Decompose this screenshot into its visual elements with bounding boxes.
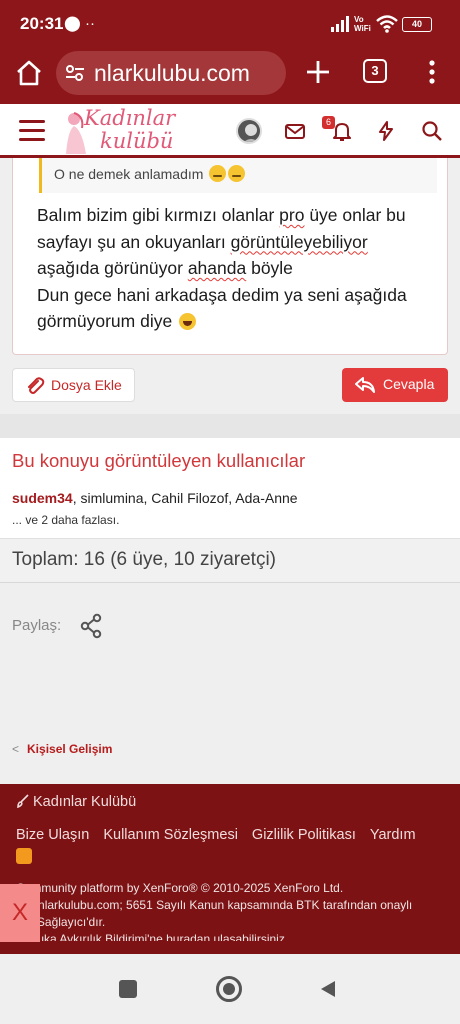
- system-navigation-bar: [0, 954, 460, 1024]
- viewers-total: Toplam: 16 (6 üye, 10 ziyaretçi): [0, 538, 460, 583]
- vowifi-indicator: Vo WiFi: [354, 15, 371, 33]
- tab-switcher-button[interactable]: 3: [363, 59, 387, 83]
- breadcrumb-label[interactable]: Kişisel Gelişim: [27, 742, 112, 756]
- quote-text: O ne demek anlamadım: [54, 165, 246, 182]
- quote-block: O ne demek anlamadım: [39, 158, 437, 193]
- close-ad-button[interactable]: X: [0, 884, 40, 942]
- inbox-icon[interactable]: [283, 119, 307, 143]
- search-icon[interactable]: [420, 119, 444, 143]
- logo-text-line1: Kadınlar: [84, 106, 176, 130]
- site-header: Kadınlar kulübü 6: [0, 102, 460, 158]
- battery-icon: 40: [402, 17, 432, 32]
- url-text: nlarkulubu.com: [94, 60, 250, 86]
- reply-icon: [355, 377, 375, 393]
- chevron-left-icon: <: [12, 742, 20, 756]
- viewers-more: ... ve 2 daha fazlası.: [12, 513, 120, 527]
- logo-text-line2: kulübü: [100, 129, 174, 153]
- clock: 20:31: [20, 14, 64, 33]
- pensive-emoji-icon: [228, 165, 246, 182]
- thread-viewers-block: Bu konuyu görüntüleyen kullanıcılar sude…: [0, 438, 460, 538]
- attach-files-label: Dosya Ekle: [51, 377, 122, 393]
- share-label: Paylaş:: [12, 617, 62, 634]
- pensive-emoji-icon: [209, 165, 227, 182]
- post-message: O ne demek anlamadım Balım bizim gibi kı…: [12, 158, 448, 355]
- paperclip-icon: [28, 377, 45, 394]
- footer-link-contact[interactable]: Bize Ulaşın: [16, 827, 89, 843]
- home-circle-icon[interactable]: [216, 976, 242, 1002]
- site-logo[interactable]: Kadınlar kulübü: [62, 106, 182, 156]
- wifi-icon: [376, 15, 398, 33]
- viewers-total-text: Toplam: 16 (6 üye, 10 ziyaretçi): [12, 549, 277, 570]
- post-body: Balım bizim gibi kırmızı olanlar pro üye…: [37, 205, 407, 331]
- home-icon[interactable]: [14, 58, 44, 88]
- reply-button[interactable]: Cevapla: [342, 368, 448, 402]
- share-icon[interactable]: [80, 613, 102, 639]
- laughing-emoji-icon: [179, 313, 197, 330]
- viewers-title: Bu konuyu görüntüleyen kullanıcılar: [12, 450, 306, 471]
- browser-toolbar: nlarkulubu.com 3: [0, 48, 460, 102]
- reply-label: Cevapla: [383, 376, 435, 392]
- breadcrumb[interactable]: < Kişisel Gelişim: [12, 742, 112, 756]
- hamburger-menu-icon[interactable]: [19, 120, 45, 142]
- back-icon[interactable]: [318, 979, 338, 999]
- viewers-list: sudem34, simlumina, Cahil Filozof, Ada-A…: [12, 490, 298, 506]
- alerts-badge: 6: [322, 116, 335, 129]
- footer-brand[interactable]: Kadınlar Kulübü: [16, 794, 136, 810]
- viewer-link[interactable]: sudem34: [12, 490, 73, 506]
- footer-link-privacy[interactable]: Gizlilik Politikası: [252, 827, 356, 843]
- signal-icon: [331, 16, 349, 32]
- section-divider: [0, 414, 460, 438]
- footer-link-help[interactable]: Yardım: [370, 827, 416, 843]
- user-avatar[interactable]: [236, 118, 262, 144]
- status-bar: 20:31 ⬤ ·· Vo WiFi 40: [0, 0, 460, 48]
- footer-link-terms[interactable]: Kullanım Sözleşmesi: [103, 827, 238, 843]
- new-tab-icon[interactable]: [304, 58, 332, 86]
- rss-icon[interactable]: [16, 848, 32, 864]
- recents-icon[interactable]: [119, 980, 137, 998]
- brush-icon: [17, 794, 29, 809]
- notification-icons: ⬤ ··: [64, 15, 95, 32]
- footer-copyright: Community platform by XenForo® © 2010-20…: [16, 881, 413, 941]
- site-footer: Kadınlar Kulübü Bize Ulaşın Kullanım Sözl…: [0, 784, 460, 954]
- address-bar[interactable]: nlarkulubu.com: [56, 51, 286, 95]
- footer-links: Bize Ulaşın Kullanım Sözleşmesi Gizlilik P…: [16, 827, 430, 843]
- lightning-icon[interactable]: [374, 119, 398, 143]
- attach-files-button[interactable]: Dosya Ekle: [12, 368, 135, 402]
- site-settings-icon[interactable]: [64, 62, 86, 84]
- more-menu-icon[interactable]: [420, 59, 444, 85]
